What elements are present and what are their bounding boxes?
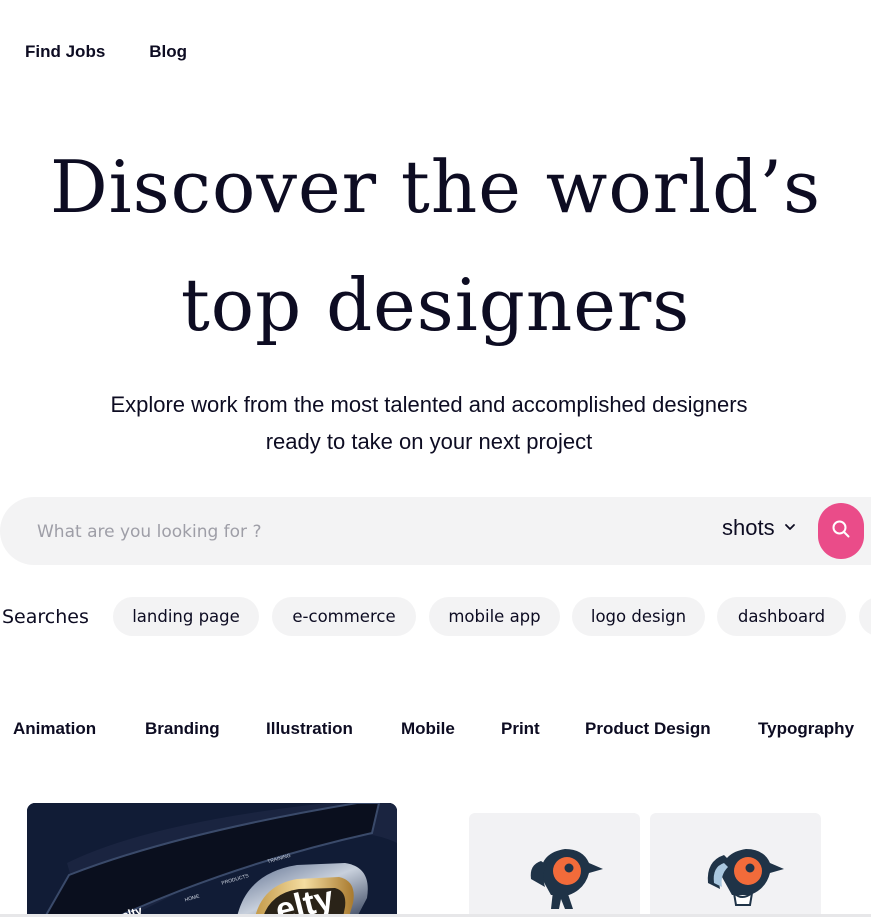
search-input[interactable] xyxy=(35,514,539,550)
logo-tile-2 xyxy=(650,813,821,917)
nav-blog-link[interactable]: Blog xyxy=(149,42,187,62)
category-illustration[interactable]: Illustration xyxy=(266,719,353,739)
hero-subtitle-line-1: Explore work from the most talented and … xyxy=(110,392,748,417)
category-branding[interactable]: Branding xyxy=(145,719,220,739)
search-scope-label: shots xyxy=(722,515,775,540)
logo-tile-1 xyxy=(469,813,640,917)
top-nav: Find Jobs Blog xyxy=(25,42,187,62)
bird-logo-icon xyxy=(530,849,603,909)
search-button[interactable] xyxy=(818,503,864,559)
category-animation[interactable]: Animation xyxy=(13,719,96,739)
search-bar: shots xyxy=(0,497,871,565)
search-chip-landing-page[interactable]: landing page xyxy=(113,597,259,636)
hero-title-line-2: top designers xyxy=(180,263,691,347)
search-chip-logo-design[interactable]: logo design xyxy=(572,597,705,636)
category-typography[interactable]: Typography xyxy=(758,719,854,739)
search-chip-e-commerce[interactable]: e-commerce xyxy=(272,597,416,636)
hero-title-line-1: Discover the world’s xyxy=(49,145,822,229)
hero-subtitle-line-2: ready to take on your next project xyxy=(265,429,593,454)
category-product-design[interactable]: Product Design xyxy=(585,719,711,739)
nav-find-jobs-link[interactable]: Find Jobs xyxy=(25,42,105,62)
trending-searches: Searches landing page e-commerce mobile … xyxy=(0,597,871,636)
hero-title: Discover the world’s top designers xyxy=(0,128,871,364)
shot-card-qvelty[interactable]: elty Qvelty HOME PRODUCTS TRAINING xyxy=(27,803,397,917)
chevron-down-icon xyxy=(783,519,797,538)
category-print[interactable]: Print xyxy=(501,719,540,739)
search-icon xyxy=(831,519,851,543)
search-chip-dashboard[interactable]: dashboard xyxy=(717,597,846,636)
hero-subtitle: Explore work from the most talented and … xyxy=(0,386,858,460)
shot-card-bird-logo[interactable] xyxy=(459,803,831,917)
search-scope-dropdown[interactable]: shots xyxy=(722,515,797,541)
search-chip-mobile-app[interactable]: mobile app xyxy=(429,597,560,636)
trending-label: Searches xyxy=(2,606,89,628)
category-mobile[interactable]: Mobile xyxy=(401,719,455,739)
shot-thumbnail-qvelty: elty Qvelty HOME PRODUCTS TRAINING xyxy=(27,803,397,917)
search-chip-more[interactable] xyxy=(859,597,871,636)
category-filter: Animation Branding Illustration Mobile P… xyxy=(0,719,871,745)
bird-logo-icon xyxy=(707,849,784,906)
